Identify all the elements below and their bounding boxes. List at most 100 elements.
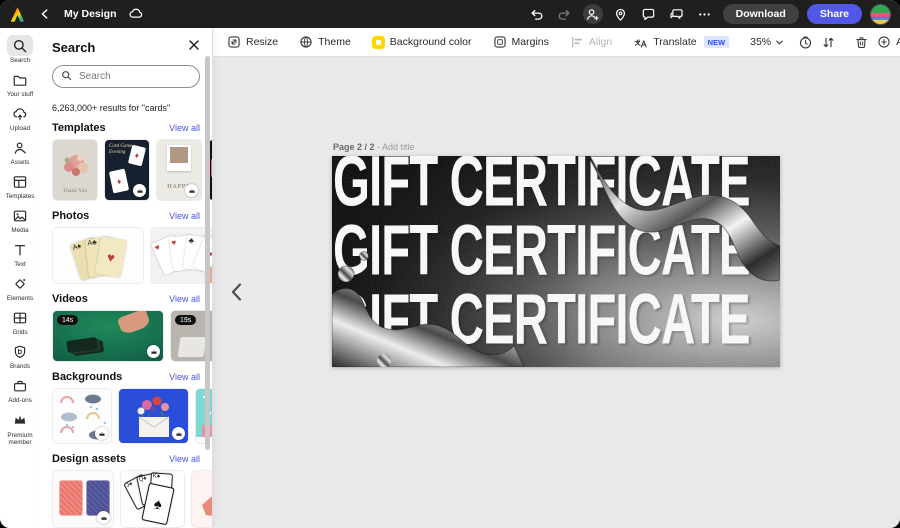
download-button[interactable]: Download bbox=[723, 4, 799, 24]
premium-crown-badge bbox=[95, 427, 108, 440]
previous-page-chevron[interactable] bbox=[225, 279, 247, 305]
add-collaborator-icon[interactable] bbox=[583, 4, 603, 24]
translate-button[interactable]: Translate NEW bbox=[633, 35, 729, 49]
search-input[interactable] bbox=[77, 70, 191, 83]
new-badge: NEW bbox=[704, 36, 730, 48]
chevron-down-icon bbox=[775, 38, 784, 47]
design-toolbar: Resize Theme Background color Margins Al… bbox=[213, 28, 900, 57]
user-avatar[interactable] bbox=[870, 4, 891, 25]
text-icon bbox=[7, 239, 33, 260]
search-icon bbox=[7, 35, 33, 56]
shapes-icon bbox=[7, 273, 33, 294]
background-color-swatch-icon bbox=[372, 36, 385, 49]
photo-thumb-hand-holding-cards[interactable]: ♥ ♥ ♣ ♥ bbox=[150, 227, 213, 284]
rail-item-upload[interactable]: Upload bbox=[0, 103, 40, 133]
panel-title: Search bbox=[52, 40, 95, 55]
gift-certificate-text-line[interactable]: GIFT CERTIFICATE bbox=[333, 156, 750, 217]
adobe-express-logo-icon[interactable] bbox=[9, 6, 26, 23]
flower-illustration bbox=[53, 146, 98, 186]
more-options-icon[interactable] bbox=[695, 4, 715, 24]
panel-scrollbar[interactable] bbox=[205, 56, 210, 450]
asset-thumb-fanned-cards[interactable]: J♠ Q♠ K♠ ♠ bbox=[120, 470, 185, 528]
gift-certificate-text-line[interactable]: GIFT CERTIFICATE bbox=[333, 284, 750, 355]
location-pin-icon[interactable] bbox=[611, 4, 631, 24]
search-panel: Search 6,263,000+ results for "cards" Te… bbox=[40, 28, 213, 528]
person-icon bbox=[7, 137, 33, 158]
left-rail: Search Your stuff Upload Assets bbox=[0, 28, 40, 528]
premium-crown-badge bbox=[185, 184, 198, 197]
timer-icon[interactable] bbox=[798, 32, 813, 52]
photo-thumb-vintage-cards[interactable]: A♠ A♣ ♥ bbox=[52, 227, 144, 284]
page-number: Page 2 / 2 bbox=[333, 142, 375, 152]
align-icon bbox=[570, 35, 584, 49]
upload-cloud-icon bbox=[7, 103, 33, 124]
background-thumb-winter-scene[interactable] bbox=[195, 388, 213, 444]
margins-icon bbox=[493, 35, 507, 49]
view-all-videos-link[interactable]: View all bbox=[169, 294, 200, 304]
canvas-stage: Page 2 / 2 - Add title GIFT CERTIFICATE … bbox=[213, 57, 900, 528]
section-photos: Photos View all A♠ A♣ ♥ ♥ ♥ ♣ ♥ bbox=[52, 210, 200, 284]
video-duration-badge: 14s bbox=[57, 315, 78, 325]
search-box[interactable] bbox=[52, 65, 200, 88]
page-title-placeholder[interactable]: - Add title bbox=[377, 142, 415, 152]
rail-item-templates[interactable]: Templates bbox=[0, 171, 40, 201]
section-backgrounds: Backgrounds View all bbox=[52, 371, 200, 444]
back-chevron-icon[interactable] bbox=[35, 4, 55, 24]
page-label[interactable]: Page 2 / 2 - Add title bbox=[333, 142, 415, 152]
rail-item-assets[interactable]: Assets bbox=[0, 137, 40, 167]
undo-icon[interactable] bbox=[527, 4, 547, 24]
rail-item-grids[interactable]: Grids bbox=[0, 307, 40, 337]
feedback-bubbles-icon[interactable] bbox=[667, 4, 687, 24]
view-all-backgrounds-link[interactable]: View all bbox=[169, 372, 200, 382]
asset-thumb-card-backs[interactable] bbox=[52, 470, 114, 528]
template-icon bbox=[7, 171, 33, 192]
add-page-button[interactable]: Add bbox=[877, 35, 900, 49]
resize-button[interactable]: Resize bbox=[227, 35, 278, 49]
theme-icon bbox=[299, 35, 313, 49]
cloud-sync-icon[interactable] bbox=[126, 4, 146, 24]
template-thumb-happy[interactable]: HAPPY bbox=[156, 139, 202, 201]
comment-icon[interactable] bbox=[639, 4, 659, 24]
view-all-templates-link[interactable]: View all bbox=[169, 123, 200, 133]
rail-item-text[interactable]: Text bbox=[0, 239, 40, 269]
rail-item-elements[interactable]: Elements bbox=[0, 273, 40, 303]
shield-icon bbox=[7, 341, 33, 362]
delete-page-icon[interactable] bbox=[854, 32, 869, 52]
rail-item-search[interactable]: Search bbox=[0, 35, 40, 65]
reorder-icon[interactable] bbox=[821, 32, 836, 52]
background-thumb-flower-envelope[interactable] bbox=[118, 388, 189, 444]
asset-thumb-hand-illustration[interactable] bbox=[191, 470, 213, 528]
align-button[interactable]: Align bbox=[570, 35, 612, 49]
premium-crown-badge bbox=[147, 345, 160, 358]
document-title[interactable]: My Design bbox=[64, 8, 117, 20]
design-canvas[interactable]: GIFT CERTIFICATE GIFT CERTIFICATE GIFT C… bbox=[332, 156, 780, 367]
gift-certificate-text-line[interactable]: GIFT CERTIFICATE bbox=[333, 215, 750, 286]
section-videos: Videos View all 14s 19 bbox=[52, 293, 200, 362]
rail-item-brands[interactable]: Brands bbox=[0, 341, 40, 371]
topbar-actions: Download Share bbox=[527, 4, 891, 25]
background-thumb-rainbow-pattern[interactable] bbox=[52, 388, 112, 444]
view-all-photos-link[interactable]: View all bbox=[169, 211, 200, 221]
results-count: 6,263,000+ results for "cards" bbox=[52, 103, 200, 113]
add-circle-icon bbox=[877, 35, 891, 49]
rail-item-premium-member[interactable]: Premium member bbox=[0, 410, 40, 447]
theme-button[interactable]: Theme bbox=[299, 35, 351, 49]
rail-item-your-stuff[interactable]: Your stuff bbox=[0, 69, 40, 99]
background-color-button[interactable]: Background color bbox=[372, 36, 472, 49]
video-duration-badge: 19s bbox=[175, 315, 196, 325]
premium-crown-badge bbox=[172, 427, 185, 440]
view-all-design-assets-link[interactable]: View all bbox=[169, 454, 200, 464]
template-thumb-thank-you[interactable]: Thank You bbox=[52, 139, 98, 201]
rail-item-add-ons[interactable]: Add-ons bbox=[0, 375, 40, 405]
margins-button[interactable]: Margins bbox=[493, 35, 549, 49]
folder-icon bbox=[7, 69, 33, 90]
close-panel-icon[interactable] bbox=[188, 38, 200, 56]
section-design-assets: Design assets View all J♠ Q♠ K♠ bbox=[52, 453, 200, 528]
grid-icon bbox=[7, 307, 33, 328]
zoom-dropdown[interactable]: 35% bbox=[750, 36, 784, 48]
rail-item-media[interactable]: Media bbox=[0, 205, 40, 235]
video-thumb-card-shuffle[interactable]: 14s bbox=[52, 310, 164, 362]
template-thumb-card-game-evening[interactable]: Card Game Evening ♦ ♦ bbox=[104, 139, 150, 201]
redo-icon[interactable] bbox=[555, 4, 575, 24]
share-button[interactable]: Share bbox=[807, 4, 862, 24]
